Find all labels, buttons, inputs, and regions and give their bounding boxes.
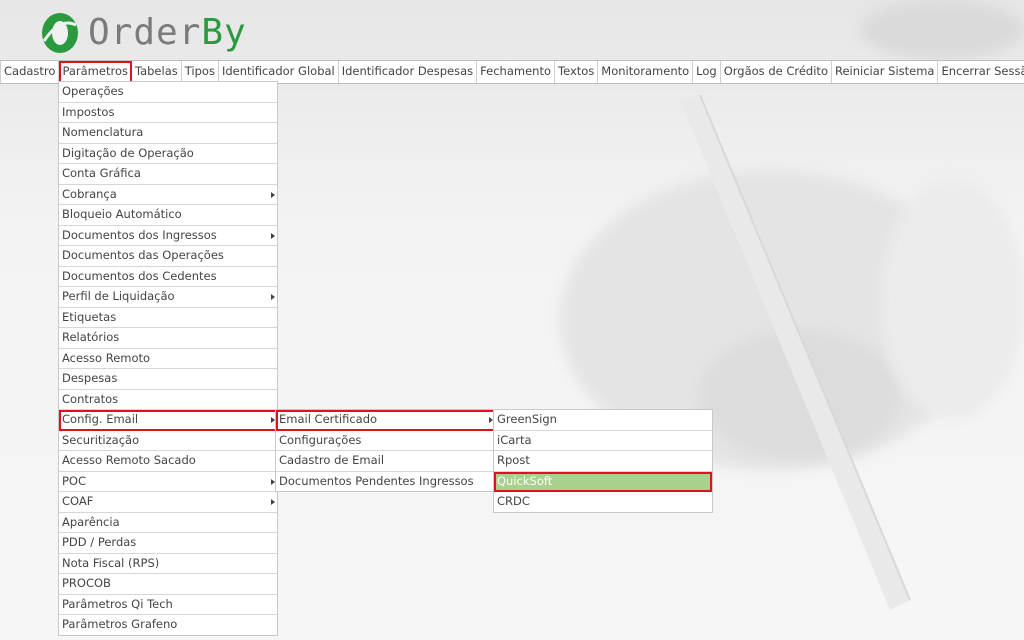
menu-item-nomenclatura[interactable]: Nomenclatura bbox=[59, 123, 277, 144]
menu-item-label: Despesas bbox=[62, 371, 118, 385]
menu-item-conta-grafica[interactable]: Conta Gráfica bbox=[59, 164, 277, 185]
menu-item-documentos-dos-ingressos[interactable]: Documentos dos Ingressos bbox=[59, 226, 277, 246]
menu-item-label: Operações bbox=[62, 84, 124, 98]
menu-item-label: PDD / Perdas bbox=[62, 535, 137, 549]
menu-monitoramento[interactable]: Monitoramento bbox=[598, 61, 694, 83]
menu-item-label: Parâmetros Grafeno bbox=[62, 617, 178, 631]
menu-item-label: Rpost bbox=[497, 453, 530, 467]
menu-item-procob[interactable]: PROCOB bbox=[59, 574, 277, 595]
menu-item-label: Email Certificado bbox=[279, 412, 378, 426]
menu-item-documentos-pendentes-ingressos[interactable]: Documentos Pendentes Ingressos bbox=[276, 472, 495, 492]
menu-item-configuracoes[interactable]: Configurações bbox=[276, 431, 495, 451]
menu-item-icarta[interactable]: iCarta bbox=[494, 431, 712, 451]
logo-mark-icon bbox=[42, 13, 78, 53]
menu-item-despesas[interactable]: Despesas bbox=[59, 369, 277, 390]
menu-item-acesso-remoto[interactable]: Acesso Remoto bbox=[59, 349, 277, 369]
submenu-arrow-icon bbox=[271, 232, 275, 239]
menu-item-acesso-remoto-sacado[interactable]: Acesso Remoto Sacado bbox=[59, 451, 277, 472]
menu-item-operacoes[interactable]: Operações bbox=[59, 82, 277, 103]
menu-log[interactable]: Log bbox=[693, 61, 721, 83]
menu-item-label: Documentos dos Ingressos bbox=[62, 227, 217, 242]
menu-item-label: PROCOB bbox=[62, 576, 111, 590]
menu-item-label: Bloqueio Automático bbox=[62, 207, 182, 221]
menu-item-rpost[interactable]: Rpost bbox=[494, 451, 712, 472]
menu-item-crdc[interactable]: CRDC bbox=[494, 492, 712, 512]
menu-item-label: Relatórios bbox=[62, 330, 120, 344]
menu-item-label: Documentos dos Cedentes bbox=[62, 268, 217, 283]
menu-item-quicksoft[interactable]: QuickSoft bbox=[494, 471, 712, 492]
menu-item-label: iCarta bbox=[497, 432, 532, 447]
menu-item-cobranca[interactable]: Cobrança bbox=[59, 185, 277, 205]
menu-identificador-global[interactable]: Identificador Global bbox=[219, 61, 339, 83]
menu-item-label: Contratos bbox=[62, 391, 119, 406]
menu-item-label: Etiquetas bbox=[62, 309, 117, 324]
menu-item-pdd-perdas[interactable]: PDD / Perdas bbox=[59, 533, 277, 554]
menu-item-perfil-de-liquidacao[interactable]: Perfil de Liquidação bbox=[59, 287, 277, 308]
menu-item-label: COAF bbox=[62, 494, 94, 508]
menu-item-relatorios[interactable]: Relatórios bbox=[59, 328, 277, 349]
menu-tabelas[interactable]: Tabelas bbox=[132, 61, 182, 83]
menu-item-documentos-dos-cedentes[interactable]: Documentos dos Cedentes bbox=[59, 267, 277, 287]
submenu-arrow-icon bbox=[271, 499, 275, 505]
menu-item-label: Cadastro de Email bbox=[279, 453, 385, 467]
menu-item-cadastro-de-email[interactable]: Cadastro de Email bbox=[276, 451, 495, 472]
menu-reiniciar-sistema[interactable]: Reiniciar Sistema bbox=[832, 61, 939, 83]
menu-item-label: QuickSoft bbox=[497, 473, 553, 488]
menu-item-label: POC bbox=[62, 473, 87, 488]
menu-orgaos-de-credito[interactable]: Orgãos de Crédito bbox=[721, 61, 832, 83]
menu-item-label: Nota Fiscal (RPS) bbox=[62, 555, 160, 570]
menu-item-label: Parâmetros Qi Tech bbox=[62, 596, 173, 611]
menu-item-securitizacao[interactable]: Securitização bbox=[59, 431, 277, 451]
menu-encerrar-sessao[interactable]: Encerrar Sessão bbox=[938, 61, 1024, 83]
menu-item-config-email[interactable]: Config. Email bbox=[59, 410, 277, 431]
menu-item-label: Config. Email bbox=[62, 412, 139, 426]
menu-item-label: Aparência bbox=[62, 514, 120, 529]
menu-item-digitacao-de-operacao[interactable]: Digitação de Operação bbox=[59, 144, 277, 164]
menu-fechamento[interactable]: Fechamento bbox=[477, 61, 555, 83]
menu-item-email-certificado[interactable]: Email Certificado bbox=[276, 410, 495, 431]
menu-item-label: Documentos Pendentes Ingressos bbox=[279, 473, 474, 488]
email-certificado-submenu: GreenSign iCarta Rpost QuickSoft CRDC bbox=[493, 409, 713, 513]
menu-item-contratos[interactable]: Contratos bbox=[59, 390, 277, 410]
menu-item-documentos-das-operacoes[interactable]: Documentos das Operações bbox=[59, 246, 277, 267]
menu-item-poc[interactable]: POC bbox=[59, 472, 277, 492]
menu-parametros[interactable]: Parâmetros bbox=[59, 61, 132, 83]
submenu-arrow-icon bbox=[271, 191, 275, 198]
menu-identificador-despesas[interactable]: Identificador Despesas bbox=[339, 61, 478, 83]
menu-item-label: Cobrança bbox=[62, 186, 117, 201]
menu-item-label: CRDC bbox=[497, 494, 530, 508]
menu-item-aparencia[interactable]: Aparência bbox=[59, 513, 277, 533]
menu-item-label: Documentos das Operações bbox=[62, 248, 224, 262]
menu-textos[interactable]: Textos bbox=[555, 61, 599, 83]
orderby-logo: OrderBy bbox=[38, 8, 247, 58]
menu-tipos[interactable]: Tipos bbox=[182, 61, 219, 83]
parametros-dropdown: Operações Impostos Nomenclatura Digitação d… bbox=[58, 81, 278, 636]
submenu-arrow-icon bbox=[271, 294, 275, 300]
menu-item-impostos[interactable]: Impostos bbox=[59, 103, 277, 123]
menu-item-label: Nomenclatura bbox=[62, 125, 144, 139]
menu-item-label: Conta Gráfica bbox=[62, 166, 141, 180]
logo-text: OrderBy bbox=[88, 12, 247, 53]
menu-item-label: Securitização bbox=[62, 432, 140, 447]
menu-item-label: GreenSign bbox=[497, 412, 557, 426]
menu-item-coaf[interactable]: COAF bbox=[59, 492, 277, 513]
menu-item-label: Acesso Remoto Sacado bbox=[62, 453, 196, 467]
config-email-submenu: Email Certificado Configurações Cadastro d… bbox=[275, 409, 496, 492]
menu-item-etiquetas[interactable]: Etiquetas bbox=[59, 308, 277, 328]
menu-item-greensign[interactable]: GreenSign bbox=[494, 410, 712, 431]
menu-item-parametros-qi-tech[interactable]: Parâmetros Qi Tech bbox=[59, 595, 277, 615]
menu-item-parametros-grafeno[interactable]: Parâmetros Grafeno bbox=[59, 615, 277, 635]
menu-item-label: Acesso Remoto bbox=[62, 350, 151, 365]
menu-item-label: Perfil de Liquidação bbox=[62, 289, 175, 303]
menu-item-bloqueio-automatico[interactable]: Bloqueio Automático bbox=[59, 205, 277, 226]
menu-item-nota-fiscal-rps[interactable]: Nota Fiscal (RPS) bbox=[59, 554, 277, 574]
menu-item-label: Impostos bbox=[62, 104, 115, 119]
menu-item-label: Configurações bbox=[279, 432, 362, 447]
menu-cadastro[interactable]: Cadastro bbox=[0, 61, 60, 83]
menu-item-label: Digitação de Operação bbox=[62, 145, 194, 160]
